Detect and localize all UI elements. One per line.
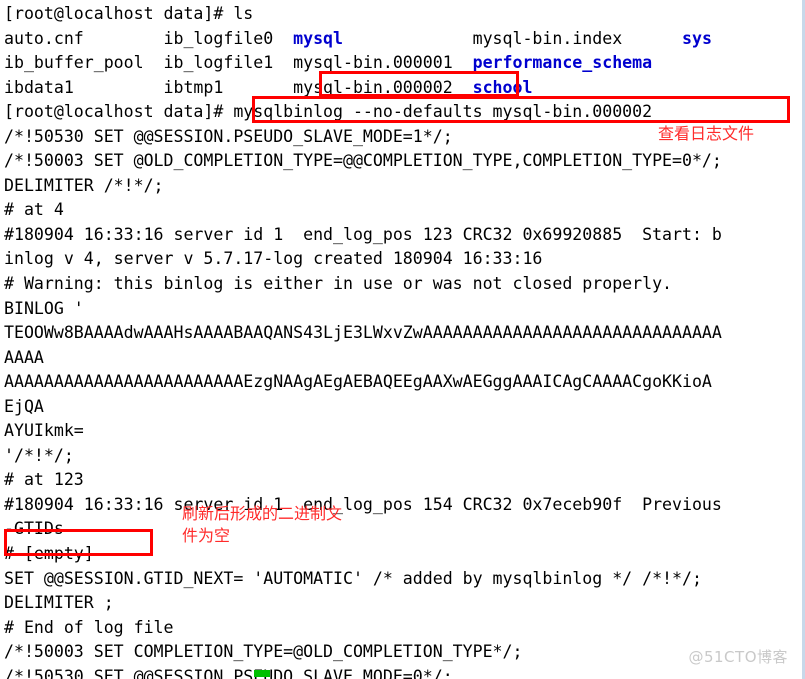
output-text: #180904 16:33:16 server id 1 end_log_pos… — [4, 494, 722, 514]
command-text: [root@localhost data]# ls — [4, 4, 254, 23]
output-text: # at 4 — [4, 200, 64, 220]
output-text: EjQA — [4, 396, 44, 416]
terminal-line-output: # at 4 — [4, 198, 805, 223]
terminal-line-ls-row-2: ib_buffer_pool ib_logfile1 mysql-bin.000… — [4, 51, 805, 76]
output-text: /*!50530 SET @@SESSION.PSEUDO_SLAVE_MODE… — [4, 126, 453, 146]
terminal-line-output: SET @@SESSION.GTID_NEXT= 'AUTOMATIC' /* … — [4, 567, 805, 592]
output-text: # at 123 — [4, 470, 84, 490]
terminal-line-binlog-base64: TEOOWw8BAAAAdwAAAHsAAAABAAQANS43LjE3LWxv… — [4, 321, 805, 346]
terminal-output-area[interactable]: [root@localhost data]# ls auto.cnf ib_lo… — [0, 0, 805, 679]
output-text: # End of log file — [4, 617, 174, 637]
terminal-line-output: #180904 16:33:16 server id 1 end_log_pos… — [4, 223, 805, 248]
output-text: AYUIkmk= — [4, 421, 84, 441]
terminal-line-output: -GTIDs — [4, 517, 805, 542]
output-text: SET @@SESSION.GTID_NEXT= 'AUTOMATIC' /* … — [4, 568, 702, 588]
terminal-line-output: # Warning: this binlog is either in use … — [4, 272, 805, 297]
terminal-line-output: DELIMITER /*!*/; — [4, 174, 805, 199]
ls-dir-school: school — [472, 77, 533, 97]
ls-dir-sys: sys — [682, 28, 712, 48]
terminal-window[interactable]: [root@localhost data]# ls auto.cnf ib_lo… — [0, 0, 805, 679]
output-text: -GTIDs — [4, 519, 64, 539]
ls-dir-performance-schema: performance_schema — [472, 53, 653, 73]
output-text: AAAA — [4, 347, 44, 367]
terminal-line-output: /*!50530 SET @@SESSION.PSEUDO_SLAVE_MODE… — [4, 125, 805, 150]
ls-dir-mysql: mysql — [293, 28, 343, 48]
terminal-line-binlog-base64: AAAA — [4, 346, 805, 371]
terminal-line-binlog-base64: EjQA — [4, 395, 805, 420]
terminal-line-binlog-base64: AYUIkmk= — [4, 419, 805, 444]
output-text: TEOOWw8BAAAAdwAAAHsAAAABAAQANS43LjE3LWxv… — [4, 323, 722, 343]
output-text: AAAAAAAAAAAAAAAAAAAAAAAAEzgNAAgAEgAEBAQE… — [4, 372, 712, 392]
output-text: BINLOG ' — [4, 298, 84, 318]
terminal-line-binlog-base64: AAAAAAAAAAAAAAAAAAAAAAAAEzgNAAgAEgAEBAQE… — [4, 370, 805, 395]
ls-entry-group: auto.cnf ib_logfile0 — [4, 28, 294, 48]
terminal-line-output: # at 123 — [4, 468, 805, 493]
output-text: inlog v 4, server v 5.7.17-log created 1… — [4, 249, 543, 269]
terminal-line-output: BINLOG ' — [4, 297, 805, 322]
terminal-line-mysqlbinlog-command: [root@localhost data]# mysqlbinlog --no-… — [4, 100, 805, 125]
output-text: /*!50530 SET @@SESSION.PSEUDO_SLAVE_MODE… — [4, 666, 453, 679]
output-text: /*!50003 SET @OLD_COMPLETION_TYPE=@@COMP… — [4, 151, 722, 171]
terminal-line-output: inlog v 4, server v 5.7.17-log created 1… — [4, 247, 805, 272]
terminal-line-ls-row-3: ibdata1 ibtmp1 mysql-bin.000002 school — [4, 76, 805, 101]
terminal-line-output: /*!50003 SET COMPLETION_TYPE=@OLD_COMPLE… — [4, 640, 805, 665]
output-text: /*!50003 SET COMPLETION_TYPE=@OLD_COMPLE… — [4, 642, 523, 662]
terminal-line-ls-row-1: auto.cnf ib_logfile0 mysql mysql-bin.ind… — [4, 27, 805, 52]
terminal-line-output: #180904 16:33:16 server id 1 end_log_pos… — [4, 493, 805, 518]
output-text: #180904 16:33:16 server id 1 end_log_pos… — [4, 224, 722, 244]
output-text: '/*!*/; — [4, 445, 74, 465]
terminal-line-output: '/*!*/; — [4, 444, 805, 469]
output-text: # [empty] — [4, 544, 94, 564]
terminal-line-output: /*!50530 SET @@SESSION.PSEUDO_SLAVE_MODE… — [4, 665, 805, 679]
output-text: DELIMITER /*!*/; — [4, 175, 164, 195]
terminal-line-ls-command: [root@localhost data]# ls — [4, 2, 805, 27]
output-text: DELIMITER ; — [4, 593, 114, 613]
terminal-line-output: DELIMITER ; — [4, 591, 805, 616]
ls-entry-group: ib_buffer_pool ib_logfile1 mysql-bin.000… — [4, 53, 473, 73]
output-text: # Warning: this binlog is either in use … — [4, 274, 673, 294]
ls-file-mysql-bin-000002: ibdata1 ibtmp1 mysql-bin.000002 — [4, 77, 473, 97]
terminal-cursor — [254, 670, 270, 677]
terminal-line-output: /*!50003 SET @OLD_COMPLETION_TYPE=@@COMP… — [4, 149, 805, 174]
command-text: [root@localhost data]# mysqlbinlog --no-… — [4, 102, 653, 122]
ls-entry-group: mysql-bin.index — [343, 28, 682, 48]
terminal-line-output: # End of log file — [4, 616, 805, 641]
terminal-line-empty-marker: # [empty] — [4, 542, 805, 567]
